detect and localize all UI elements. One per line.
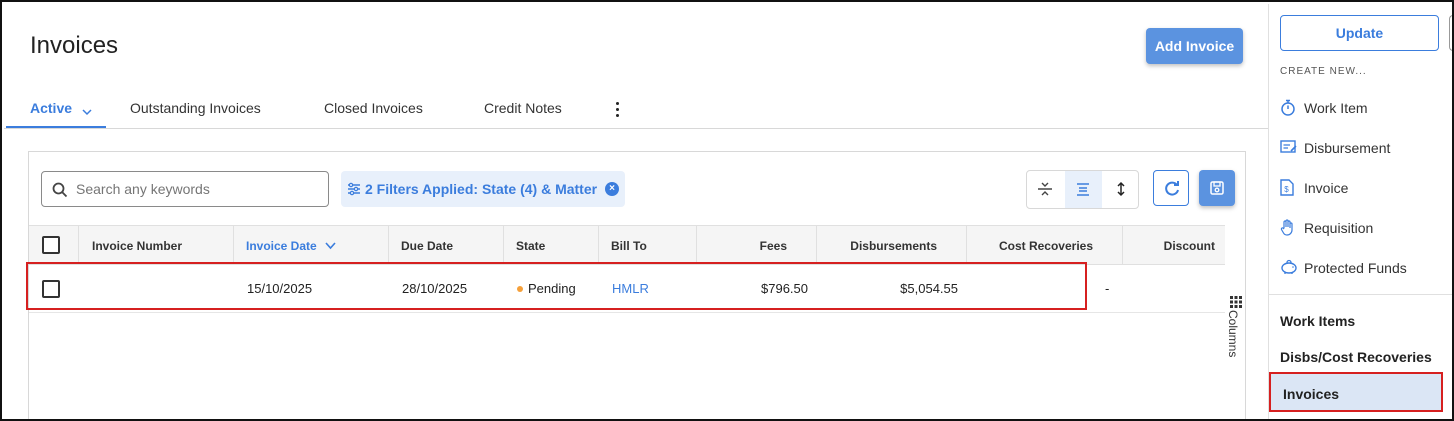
piggy-bank-icon <box>1281 259 1297 274</box>
hand-icon <box>1280 219 1293 236</box>
columns-label: Columns <box>1226 310 1240 358</box>
cell-due-date: 28/10/2025 <box>402 281 468 296</box>
cell-state: Pending <box>517 281 576 296</box>
create-requisition[interactable]: Requisition <box>1280 216 1450 240</box>
cell-invoice-date: 15/10/2025 <box>247 281 313 296</box>
filter-label: 2 Filters Applied: State (4) & Matter <box>365 181 598 197</box>
clear-filter-icon[interactable]: × <box>605 182 619 196</box>
sidebar-item-label: Invoices <box>1283 386 1340 402</box>
refresh-button[interactable] <box>1153 170 1189 206</box>
refresh-icon <box>1165 181 1179 196</box>
search-icon <box>52 182 68 203</box>
receipt-icon <box>1280 140 1297 153</box>
table-row[interactable]: 15/10/2025 28/10/2025 Pending HMLR $796.… <box>29 265 1225 313</box>
more-options-icon[interactable] <box>612 101 622 119</box>
sidebar-item-invoices[interactable]: Invoices <box>1269 372 1443 412</box>
expand-vertical-icon <box>1117 181 1125 197</box>
chevron-down-icon[interactable] <box>82 103 92 121</box>
column-header-discount[interactable]: Discount <box>1123 226 1225 264</box>
filter-chip[interactable]: 2 Filters Applied: State (4) & Matter × <box>341 171 625 207</box>
table-header: Invoice Number Invoice Date Due Date Sta… <box>29 225 1225 265</box>
density-expand-button[interactable] <box>1103 171 1140 208</box>
compress-icon <box>1038 182 1052 196</box>
column-header-bill-to[interactable]: Bill To <box>599 226 697 264</box>
sidebar-divider <box>1269 294 1452 295</box>
cell-discount: - <box>1105 281 1110 296</box>
search-box[interactable] <box>41 171 329 207</box>
bill-to-link[interactable]: HMLR <box>612 281 649 296</box>
app-window: Invoices Add Invoice Active Outstanding … <box>0 0 1454 421</box>
row-checkbox[interactable] <box>42 280 60 298</box>
sidebar-item-work-items[interactable]: Work Items <box>1280 313 1355 329</box>
tab-bar: Active Outstanding Invoices Closed Invoi… <box>4 88 1268 129</box>
column-header-cost-recoveries[interactable]: Cost Recoveries <box>967 226 1123 264</box>
update-button[interactable]: Update <box>1280 15 1439 51</box>
save-icon <box>1210 181 1224 195</box>
tab-outstanding-invoices[interactable]: Outstanding Invoices <box>130 100 261 116</box>
column-header-invoice-date[interactable]: Invoice Date <box>234 226 389 264</box>
save-view-button[interactable] <box>1199 170 1235 206</box>
header-select-all-cell <box>29 226 79 264</box>
tab-credit-notes[interactable]: Credit Notes <box>484 100 562 116</box>
cell-fees: $796.50 <box>761 281 808 296</box>
search-input[interactable] <box>76 181 316 197</box>
tab-closed-invoices[interactable]: Closed Invoices <box>324 100 423 116</box>
page-title: Invoices <box>30 32 119 59</box>
row-density-toggle <box>1026 170 1139 209</box>
create-new-heading: CREATE NEW... <box>1280 66 1367 77</box>
invoice-icon: $ <box>1280 179 1294 196</box>
column-header-disbursements[interactable]: Disbursements <box>817 226 967 264</box>
density-standard-button[interactable] <box>1065 171 1102 208</box>
invoices-grid-panel: 2 Filters Applied: State (4) & Matter × <box>28 151 1247 419</box>
right-sidebar: Update CREATE NEW... Work Item Disbursem… <box>1268 4 1452 419</box>
sort-descending-icon <box>325 242 336 250</box>
density-compact-button[interactable] <box>1027 171 1064 208</box>
tab-active[interactable]: Active <box>30 100 72 116</box>
grid-icon <box>1230 296 1242 308</box>
column-header-fees[interactable]: Fees <box>697 226 817 264</box>
active-tab-indicator <box>6 126 106 128</box>
sidebar-item-disbs-cost-recoveries[interactable]: Disbs/Cost Recoveries <box>1280 349 1432 365</box>
columns-panel-toggle[interactable]: Columns <box>1225 292 1247 372</box>
density-standard-icon <box>1077 183 1089 196</box>
select-all-checkbox[interactable] <box>42 236 60 254</box>
column-header-invoice-number[interactable]: Invoice Number <box>79 226 234 264</box>
stopwatch-icon <box>1281 99 1295 116</box>
svg-text:$: $ <box>1284 185 1289 194</box>
filter-sliders-icon <box>347 182 361 201</box>
column-header-due-date[interactable]: Due Date <box>389 226 504 264</box>
pending-status-dot <box>517 285 523 292</box>
create-protected-funds[interactable]: Protected Funds <box>1280 256 1450 280</box>
add-invoice-button[interactable]: Add Invoice <box>1146 28 1243 64</box>
create-work-item[interactable]: Work Item <box>1280 96 1450 120</box>
create-invoice[interactable]: $ Invoice <box>1280 176 1450 200</box>
main-content: Invoices Add Invoice Active Outstanding … <box>4 4 1268 419</box>
secondary-action-button[interactable] <box>1449 15 1452 51</box>
column-header-state[interactable]: State <box>504 226 599 264</box>
create-disbursement[interactable]: Disbursement <box>1280 136 1450 160</box>
cell-disbursements: $5,054.55 <box>900 281 958 296</box>
